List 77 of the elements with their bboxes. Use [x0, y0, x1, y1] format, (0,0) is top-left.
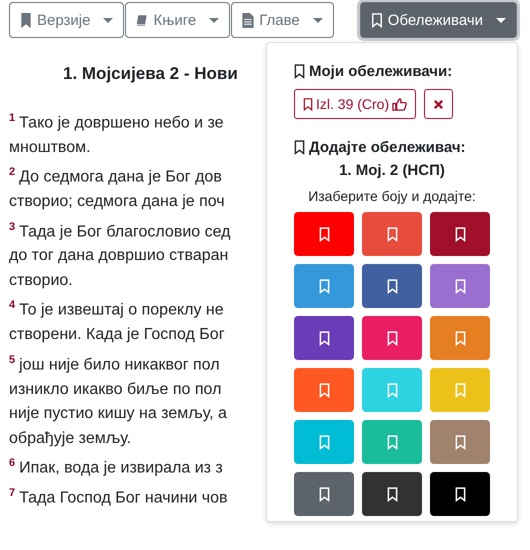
- verse-text: То је извештај о пореклу не: [19, 302, 224, 319]
- color-swatch[interactable]: [362, 264, 422, 308]
- color-swatch[interactable]: [294, 316, 354, 360]
- color-swatch[interactable]: [430, 316, 490, 360]
- color-swatch[interactable]: [362, 472, 422, 516]
- bookmark-icon: [454, 226, 466, 242]
- color-swatch[interactable]: [362, 316, 422, 360]
- verse-text: створио; седмога дана је поч: [9, 193, 225, 210]
- verse-number: 3: [9, 220, 16, 233]
- bookmark-icon: [386, 434, 398, 450]
- verse-text: Тако је довршено небо и зе: [19, 114, 224, 132]
- reference-text: 1. Moj. 2 (НСП): [338, 162, 446, 179]
- bookmark-icon: [303, 98, 313, 110]
- bookmark-icon: [386, 278, 398, 294]
- verse-text: До седмога дана је Бог дов: [19, 168, 222, 186]
- bookmark-icon: [318, 382, 330, 398]
- prompt-text: Изаберите боју и додајте:: [307, 188, 477, 204]
- color-swatch[interactable]: [430, 472, 490, 516]
- verse-number: 1: [9, 112, 16, 124]
- bookmark-icon: [454, 330, 466, 346]
- color-swatch[interactable]: [294, 368, 354, 412]
- section-title: Моји обележивачи:: [309, 63, 452, 80]
- verse-number: 5: [9, 354, 16, 366]
- color-swatch[interactable]: [362, 368, 422, 412]
- bookmark-icon: [318, 226, 330, 242]
- verse-number: 2: [9, 166, 16, 178]
- bookmark-link[interactable]: Izl. 39 (Cro): [294, 89, 416, 119]
- verse-text: изникло икакво биље по пол: [9, 380, 222, 398]
- verse-number: 6: [9, 457, 16, 470]
- verse-text: није пустио кишу на земљу, а: [9, 405, 227, 422]
- color-swatch[interactable]: [430, 420, 490, 464]
- chapter-heading: 1. Мојсијева 2 - Нови: [63, 64, 239, 84]
- color-swatch[interactable]: [430, 212, 490, 256]
- toolbar-button[interactable]: Верзије: [9, 2, 124, 38]
- bookmark-icon: [318, 486, 330, 502]
- color-swatch[interactable]: [430, 368, 490, 412]
- bookmark-icon: [454, 434, 466, 450]
- bookmark-icon: [454, 486, 466, 502]
- color-swatch[interactable]: [362, 212, 422, 256]
- bookmark-icon: [20, 12, 32, 28]
- verse-text: Ипак, вода је извирала из з: [19, 459, 223, 476]
- verse-text: још није било никаквог пол: [19, 356, 220, 374]
- color-swatch[interactable]: [294, 264, 354, 308]
- verse-text: Тада је Бог благословио сед: [19, 222, 230, 240]
- bookmark-icon: [386, 486, 398, 502]
- bookmark-icon: [318, 434, 330, 450]
- verse-text: Тада Господ Бог начини чов: [19, 489, 228, 506]
- close-icon: [433, 98, 444, 110]
- bookmark-icon: [294, 140, 305, 155]
- bookmark-icon: [318, 278, 330, 294]
- verse-text: створио.: [9, 272, 73, 289]
- delete-button[interactable]: [424, 89, 454, 119]
- color-swatch[interactable]: [294, 472, 354, 516]
- bookmarks-button[interactable]: Обележивачи: [360, 2, 518, 38]
- bookmark-icon: [370, 12, 383, 28]
- bookmark-icon: [318, 330, 330, 346]
- verse-text: мноштвом.: [9, 138, 91, 156]
- toolbar-button[interactable]: Књиге: [125, 2, 230, 38]
- color-swatch[interactable]: [294, 420, 354, 464]
- verse-number: 4: [9, 299, 16, 312]
- file-icon: [242, 12, 254, 28]
- bookmark-icon: [454, 278, 466, 294]
- bookmark-icon: [454, 382, 466, 398]
- verse-text: до тог дана довршио стваран: [9, 247, 228, 264]
- section-title: Додајте обележивач:: [309, 139, 466, 156]
- bookmark-icon: [386, 226, 398, 242]
- color-swatch[interactable]: [362, 420, 422, 464]
- bookmark-icon: [386, 382, 398, 398]
- toolbar-button[interactable]: Главе: [231, 2, 334, 38]
- color-swatch[interactable]: [430, 264, 490, 308]
- color-swatch[interactable]: [294, 212, 354, 256]
- verse-text: обрађује земљу.: [9, 430, 132, 447]
- bookmark-icon: [294, 64, 305, 79]
- verse-number: 7: [9, 486, 16, 499]
- bookmark-icon: [386, 330, 398, 346]
- book-icon: [136, 12, 148, 28]
- verse-text: створени. Када је Господ Бог: [9, 326, 225, 344]
